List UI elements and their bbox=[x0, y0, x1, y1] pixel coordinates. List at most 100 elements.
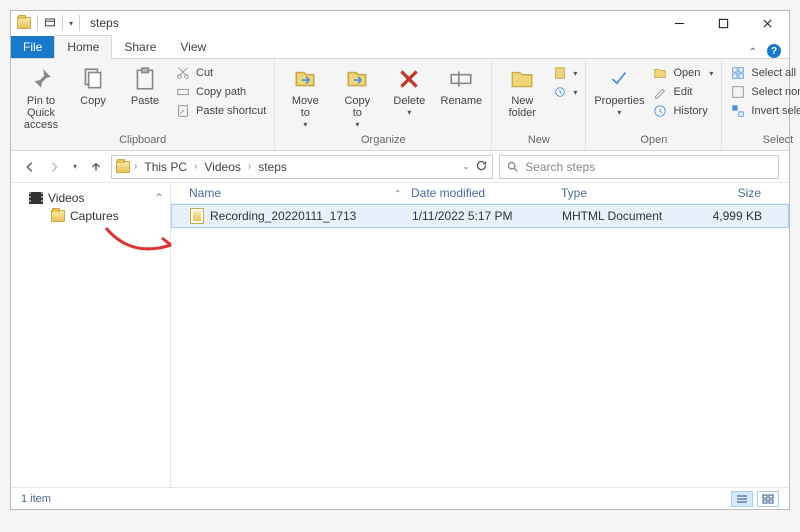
group-label: Organize bbox=[283, 134, 483, 148]
separator bbox=[79, 15, 80, 31]
easy-access-button[interactable]: ▾ bbox=[552, 84, 577, 100]
group-new: New folder ▾ ▾ New bbox=[492, 59, 586, 150]
copy-path-button[interactable]: Copy path bbox=[175, 84, 266, 100]
easy-access-icon bbox=[552, 84, 568, 100]
thumbnails-view-button[interactable] bbox=[757, 491, 779, 507]
rename-button[interactable]: Rename bbox=[439, 63, 483, 107]
group-clipboard: Pin to Quick access Copy Paste Cut Copy … bbox=[11, 59, 275, 150]
annotation-arrow bbox=[101, 223, 181, 263]
close-button[interactable] bbox=[745, 11, 789, 35]
tab-home[interactable]: Home bbox=[54, 35, 112, 59]
up-button[interactable] bbox=[87, 158, 105, 176]
refresh-button[interactable] bbox=[475, 159, 488, 175]
copy-to-button[interactable]: Copy to▾ bbox=[335, 63, 379, 130]
paste-shortcut-button[interactable]: Paste shortcut bbox=[175, 103, 266, 119]
properties-icon bbox=[603, 65, 635, 93]
chevron-right-icon[interactable]: › bbox=[246, 161, 253, 172]
sort-indicator-icon: ⌃ bbox=[394, 189, 401, 198]
delete-button[interactable]: Delete▾ bbox=[387, 63, 431, 118]
collapse-ribbon-icon[interactable]: ⌃ bbox=[743, 47, 763, 58]
recent-locations-icon[interactable]: ▾ bbox=[69, 162, 81, 171]
properties-button[interactable]: Properties▾ bbox=[594, 63, 644, 118]
help-icon[interactable]: ? bbox=[767, 44, 781, 58]
label: Pin to Quick access bbox=[19, 95, 63, 131]
tab-share[interactable]: Share bbox=[112, 36, 168, 58]
window-title: steps bbox=[90, 16, 119, 30]
file-list: Name⌃ Date modified Type Size Recording_… bbox=[171, 183, 789, 487]
group-label: Select bbox=[730, 134, 800, 148]
column-type[interactable]: Type bbox=[561, 186, 691, 200]
search-box[interactable]: Search steps bbox=[499, 155, 779, 179]
minimize-button[interactable] bbox=[657, 11, 701, 35]
new-item-button[interactable]: ▾ bbox=[552, 65, 577, 81]
column-size[interactable]: Size bbox=[691, 186, 771, 200]
move-to-icon bbox=[289, 65, 321, 93]
invert-selection-icon bbox=[730, 103, 746, 119]
chevron-right-icon[interactable]: › bbox=[132, 161, 139, 172]
crumb-this-pc[interactable]: This PC bbox=[141, 160, 190, 174]
qat-item-icon[interactable] bbox=[44, 16, 56, 31]
address-bar[interactable]: › This PC › Videos › steps ⌄ bbox=[111, 155, 493, 179]
invert-selection-button[interactable]: Invert selection bbox=[730, 103, 800, 119]
item-count: 1 item bbox=[21, 493, 51, 505]
navigation-bar: ▾ › This PC › Videos › steps ⌄ Search st… bbox=[11, 151, 789, 183]
new-folder-button[interactable]: New folder bbox=[500, 63, 544, 119]
back-button[interactable] bbox=[21, 158, 39, 176]
window-controls bbox=[657, 11, 789, 35]
search-placeholder: Search steps bbox=[525, 160, 595, 174]
crumb-steps[interactable]: steps bbox=[255, 160, 290, 174]
navigation-tree: Videos ⌃ Captures bbox=[11, 183, 171, 487]
app-folder-icon bbox=[17, 17, 31, 29]
chevron-right-icon[interactable]: › bbox=[192, 161, 199, 172]
videos-icon bbox=[29, 192, 43, 204]
history-icon bbox=[652, 103, 668, 119]
folder-icon bbox=[51, 210, 65, 222]
new-folder-icon bbox=[506, 65, 538, 93]
rename-icon bbox=[445, 65, 477, 93]
label: Delete bbox=[393, 95, 425, 107]
select-none-button[interactable]: Select none bbox=[730, 84, 800, 100]
cut-button[interactable]: Cut bbox=[175, 65, 266, 81]
history-button[interactable]: History bbox=[652, 103, 713, 119]
move-to-button[interactable]: Move to▾ bbox=[283, 63, 327, 130]
group-label: Clipboard bbox=[19, 134, 266, 148]
copy-to-icon bbox=[341, 65, 373, 93]
quick-access-toolbar: ▾ bbox=[11, 15, 86, 31]
select-all-button[interactable]: Select all bbox=[730, 65, 800, 81]
details-view-button[interactable] bbox=[731, 491, 753, 507]
forward-button[interactable] bbox=[45, 158, 63, 176]
column-name[interactable]: Name⌃ bbox=[171, 186, 411, 200]
crumb-videos[interactable]: Videos bbox=[201, 160, 243, 174]
edit-button[interactable]: Edit bbox=[652, 84, 713, 100]
qat-dropdown-icon[interactable]: ▾ bbox=[69, 19, 73, 28]
tree-item-captures[interactable]: Captures bbox=[15, 207, 166, 225]
group-label: New bbox=[500, 134, 577, 148]
column-date[interactable]: Date modified bbox=[411, 186, 561, 200]
address-dropdown-icon[interactable]: ⌄ bbox=[458, 162, 473, 171]
tree-item-videos[interactable]: Videos ⌃ bbox=[15, 189, 166, 207]
tab-view[interactable]: View bbox=[168, 36, 218, 58]
tree-label: Captures bbox=[70, 209, 119, 223]
edit-icon bbox=[652, 84, 668, 100]
open-button[interactable]: Open▾ bbox=[652, 65, 713, 81]
separator bbox=[37, 15, 38, 31]
file-size: 4,999 KB bbox=[692, 209, 772, 223]
mhtml-file-icon bbox=[190, 208, 204, 224]
file-date: 1/11/2022 5:17 PM bbox=[412, 209, 562, 223]
label: Move to bbox=[292, 95, 319, 119]
label: New folder bbox=[509, 95, 537, 119]
group-organize: Move to▾ Copy to▾ Delete▾ Rename Organiz… bbox=[275, 59, 492, 150]
select-all-icon bbox=[730, 65, 746, 81]
group-label: Open bbox=[594, 134, 713, 148]
ribbon: Pin to Quick access Copy Paste Cut Copy … bbox=[11, 59, 789, 151]
copy-button[interactable]: Copy bbox=[71, 63, 115, 107]
search-icon bbox=[506, 160, 519, 173]
label: Paste bbox=[131, 95, 159, 107]
file-type: MHTML Document bbox=[562, 209, 692, 223]
pin-to-quick-access-button[interactable]: Pin to Quick access bbox=[19, 63, 63, 131]
paste-button[interactable]: Paste bbox=[123, 63, 167, 107]
maximize-button[interactable] bbox=[701, 11, 745, 35]
copy-icon bbox=[77, 65, 109, 93]
file-row[interactable]: Recording_20220111_1713 1/11/2022 5:17 P… bbox=[171, 204, 789, 228]
tab-file[interactable]: File bbox=[11, 36, 54, 58]
